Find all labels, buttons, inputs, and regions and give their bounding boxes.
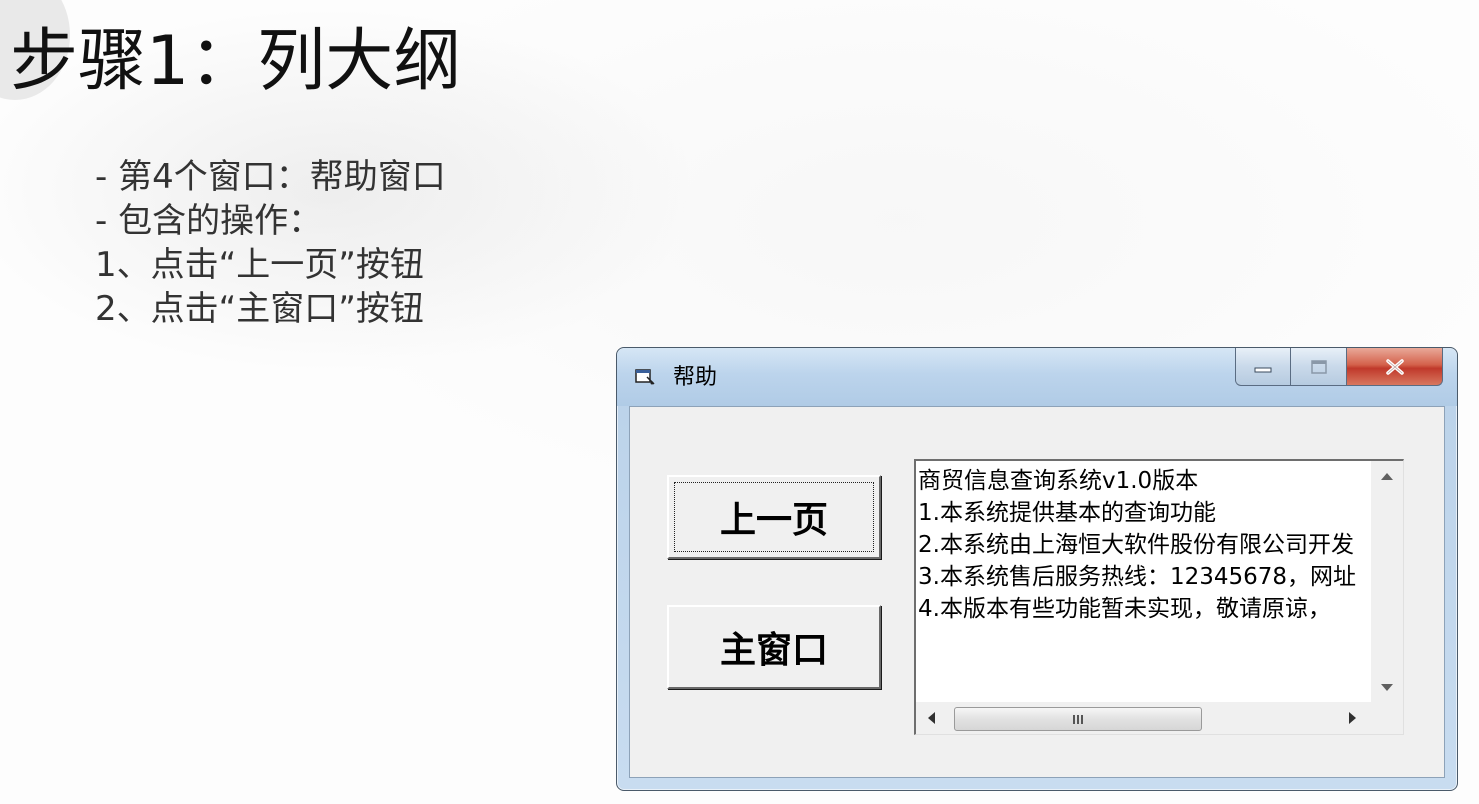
help-text-line: 2.本系统由上海恒大软件股份有限公司开发 [918, 532, 1354, 558]
help-text-line: 4.本版本有些功能暂未实现，敬请原谅， [918, 596, 1331, 622]
maximize-button[interactable] [1291, 348, 1347, 386]
grip-icon [1073, 714, 1083, 724]
window-title: 帮助 [673, 365, 718, 390]
bullet-item: - 第4个窗口：帮助窗口 [95, 157, 446, 197]
slide-title: 步骤1：列大纲 [10, 22, 462, 101]
minimize-button[interactable] [1235, 348, 1291, 386]
scroll-up-icon[interactable] [1381, 473, 1393, 480]
help-text-line: 商贸信息查询系统v1.0版本 [918, 468, 1199, 494]
previous-page-button[interactable]: 上一页 [667, 475, 881, 559]
help-text-line: 3.本系统售后服务热线：12345678，网址 [918, 564, 1357, 590]
scroll-right-icon[interactable] [1349, 712, 1356, 724]
help-text-line: 1.本系统提供基本的查询功能 [918, 500, 1216, 526]
previous-page-label: 上一页 [719, 500, 828, 541]
bullet-item: - 包含的操作： [95, 201, 323, 241]
scrollbar-corner [1371, 702, 1403, 734]
close-icon [1385, 358, 1404, 375]
main-window-button[interactable]: 主窗口 [667, 605, 881, 689]
horizontal-scrollbar[interactable] [916, 702, 1372, 734]
help-text-content[interactable]: 商贸信息查询系统v1.0版本 1.本系统提供基本的查询功能 2.本系统由上海恒大… [918, 465, 1370, 703]
help-window: 帮助 上一页 主窗口 商贸信息查询系统v1.0版本 1.本系统提供基本的查询功能… [616, 347, 1458, 791]
main-window-label: 主窗口 [719, 630, 828, 671]
close-button[interactable] [1347, 348, 1443, 386]
help-text-box[interactable]: 商贸信息查询系统v1.0版本 1.本系统提供基本的查询功能 2.本系统由上海恒大… [914, 459, 1404, 735]
bullet-item: 2、点击“主窗口”按钮 [95, 289, 424, 329]
scroll-left-icon[interactable] [928, 712, 935, 724]
minimize-icon [1254, 367, 1272, 372]
outline-bullets: - 第4个窗口：帮助窗口 - 包含的操作： 1、点击“上一页”按钮 2、点击“主… [95, 155, 446, 331]
vertical-scrollbar[interactable] [1371, 461, 1403, 703]
horizontal-scroll-thumb[interactable] [954, 707, 1202, 731]
form-icon [635, 369, 655, 385]
maximize-icon [1310, 359, 1327, 374]
bullet-item: 1、点击“上一页”按钮 [95, 245, 424, 285]
scroll-down-icon[interactable] [1381, 684, 1393, 691]
caption-buttons [1235, 348, 1443, 386]
window-titlebar[interactable]: 帮助 [617, 348, 1457, 406]
window-client-area: 上一页 主窗口 商贸信息查询系统v1.0版本 1.本系统提供基本的查询功能 2.… [629, 406, 1445, 778]
